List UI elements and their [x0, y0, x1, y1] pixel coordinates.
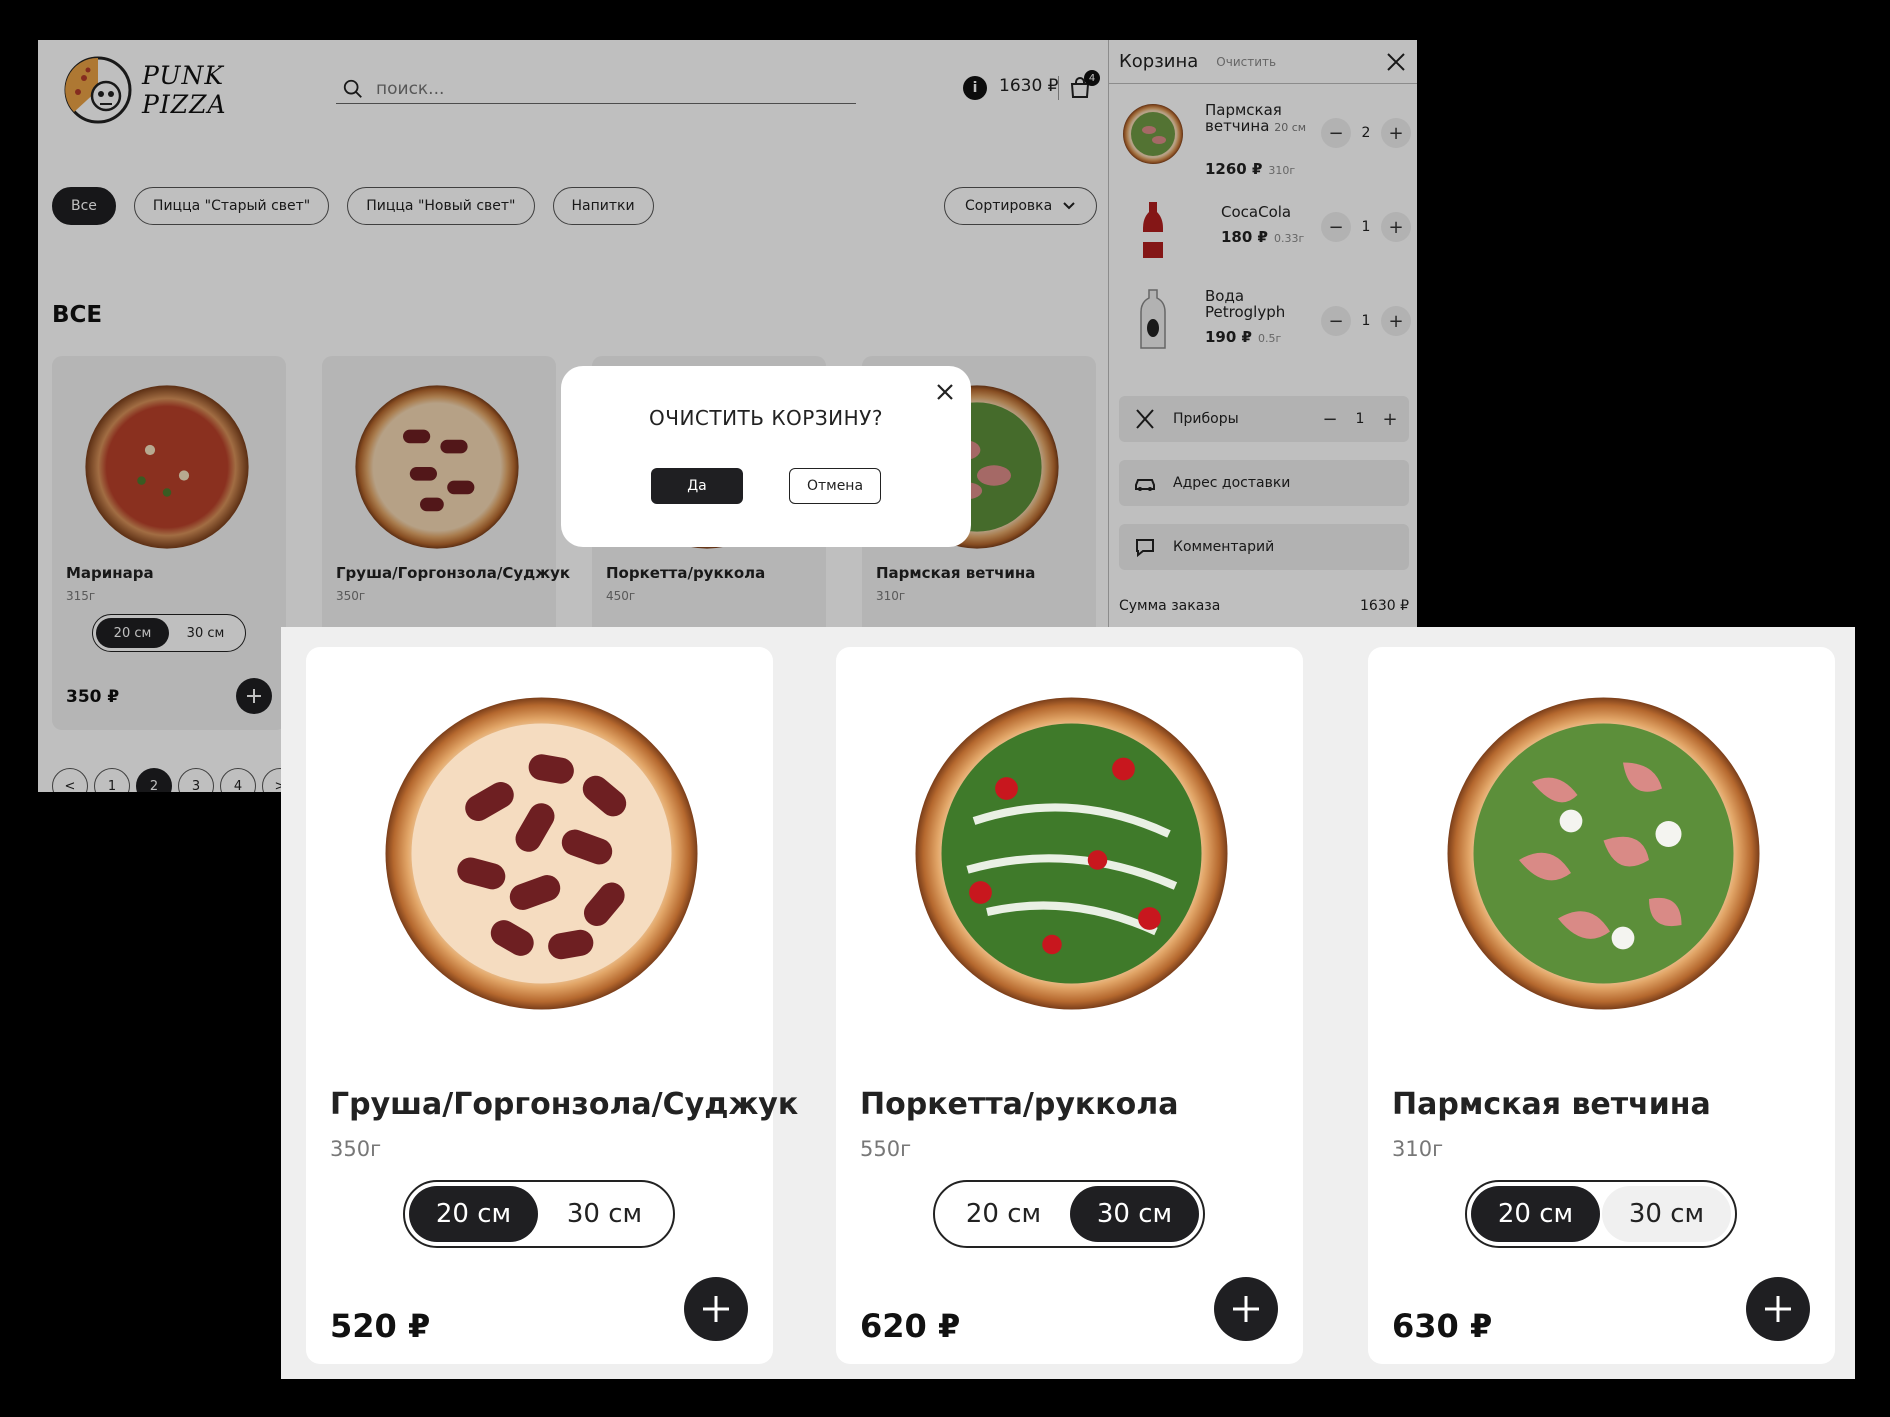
size-option-30[interactable]: 30 см — [1070, 1186, 1199, 1242]
size-option-20[interactable]: 20 см — [1471, 1186, 1600, 1242]
dialog-title: ОЧИСТИТЬ КОРЗИНУ? — [649, 406, 883, 430]
product-price: 630 ₽ — [1392, 1307, 1493, 1345]
add-to-cart-button[interactable] — [684, 1277, 748, 1341]
pizza-pear-gorgonzola-sujuk-image — [385, 697, 698, 1010]
plus-icon — [1765, 1296, 1791, 1322]
pizza-porchetta-arugula-image — [915, 697, 1228, 1010]
size-option-30[interactable]: 30 см — [540, 1186, 669, 1242]
size-option-30[interactable]: 30 см — [1602, 1186, 1731, 1242]
size-option-20[interactable]: 20 см — [409, 1186, 538, 1242]
product-price: 520 ₽ — [330, 1307, 431, 1345]
product-weight: 550г — [860, 1137, 912, 1161]
size-toggle: 20 см 30 см — [933, 1180, 1205, 1248]
size-toggle: 20 см 30 см — [1465, 1180, 1737, 1248]
clear-cart-dialog: ОЧИСТИТЬ КОРЗИНУ? Да Отмена — [561, 366, 971, 547]
cancel-button[interactable]: Отмена — [789, 468, 881, 504]
plus-icon — [703, 1296, 729, 1322]
size-toggle: 20 см 30 см — [403, 1180, 675, 1248]
close-icon[interactable] — [933, 380, 957, 404]
product-weight: 350г — [330, 1137, 382, 1161]
product-card[interactable]: Пармская ветчина 310г 20 см 30 см 630 ₽ — [1368, 647, 1835, 1364]
product-name: Груша/Горгонзола/Суджук — [330, 1087, 799, 1122]
confirm-button[interactable]: Да — [651, 468, 743, 504]
product-price: 620 ₽ — [860, 1307, 961, 1345]
product-weight: 310г — [1392, 1137, 1444, 1161]
zoomed-product-strip: Груша/Горгонзола/Суджук 350г 20 см 30 см… — [281, 627, 1855, 1379]
product-name: Пармская ветчина — [1392, 1087, 1711, 1122]
product-card[interactable]: Груша/Горгонзола/Суджук 350г 20 см 30 см… — [306, 647, 798, 1364]
product-name: Поркетта/руккола — [860, 1087, 1179, 1122]
plus-icon — [1233, 1296, 1259, 1322]
size-option-20[interactable]: 20 см — [939, 1186, 1068, 1242]
add-to-cart-button[interactable] — [1214, 1277, 1278, 1341]
add-to-cart-button[interactable] — [1746, 1277, 1810, 1341]
pizza-parma-ham-image — [1447, 697, 1760, 1010]
product-card[interactable]: Поркетта/руккола 550г 20 см 30 см 620 ₽ — [836, 647, 1303, 1364]
